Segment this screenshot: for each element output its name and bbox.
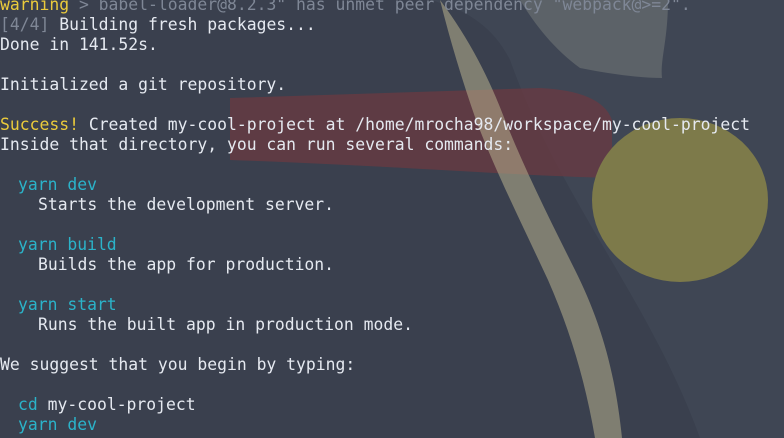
command-description: Starts the development server. <box>38 195 335 214</box>
command-description-line: Starts the development server. <box>0 195 750 215</box>
output-line-blank <box>0 275 750 295</box>
cd-keyword: cd <box>18 395 38 414</box>
command-description-line: Builds the app for production. <box>0 255 750 275</box>
command-name: yarn dev <box>18 175 97 194</box>
output-line-step: [4/4] Building fresh packages... <box>0 15 750 35</box>
output-line-suggest: We suggest that you begin by typing: <box>0 355 750 375</box>
output-line-blank <box>0 335 750 355</box>
command-description: Runs the built app in production mode. <box>38 315 413 334</box>
output-line-blank <box>0 155 750 175</box>
output-line-blank <box>0 55 750 75</box>
output-line-git-init: Initialized a git repository. <box>0 75 750 95</box>
inside-dir-text: Inside that directory, you can run sever… <box>0 135 514 154</box>
cd-argument: my-cool-project <box>37 395 196 414</box>
output-line-blank <box>0 95 750 115</box>
output-line-inside-dir: Inside that directory, you can run sever… <box>0 135 750 155</box>
output-line-blank <box>0 215 750 235</box>
command-name: yarn build <box>18 235 117 254</box>
command-name: yarn start <box>18 295 117 314</box>
output-line-success: Success! Created my-cool-project at /hom… <box>0 115 750 135</box>
git-init-text: Initialized a git repository. <box>0 75 287 94</box>
warning-label: warning <box>0 0 70 14</box>
terminal-window[interactable]: warning > babel-loader@8.2.3" has unmet … <box>0 0 784 438</box>
final-command-cd: cd my-cool-project <box>0 395 750 415</box>
output-line-blank <box>0 375 750 395</box>
command-item: yarn build <box>0 235 750 255</box>
step-prefix: [4/4] <box>0 15 50 34</box>
final-command-yarn-dev: yarn dev <box>0 415 750 435</box>
command-description: Builds the app for production. <box>38 255 335 274</box>
warning-text: > babel-loader@8.2.3" has unmet peer dep… <box>69 0 691 14</box>
command-item: yarn dev <box>0 175 750 195</box>
terminal-output: warning > babel-loader@8.2.3" has unmet … <box>0 0 750 435</box>
success-text: Created my-cool-project at /home/mrocha9… <box>78 115 750 134</box>
yarn-dev-command: yarn dev <box>18 415 97 434</box>
done-text: Done in 141.52s. <box>0 35 158 54</box>
output-line-warning: warning > babel-loader@8.2.3" has unmet … <box>0 0 750 15</box>
step-text: Building fresh packages... <box>49 15 316 34</box>
output-line-done: Done in 141.52s. <box>0 35 750 55</box>
command-item: yarn start <box>0 295 750 315</box>
success-label: Success! <box>0 115 79 134</box>
suggest-text: We suggest that you begin by typing: <box>0 355 356 374</box>
command-description-line: Runs the built app in production mode. <box>0 315 750 335</box>
